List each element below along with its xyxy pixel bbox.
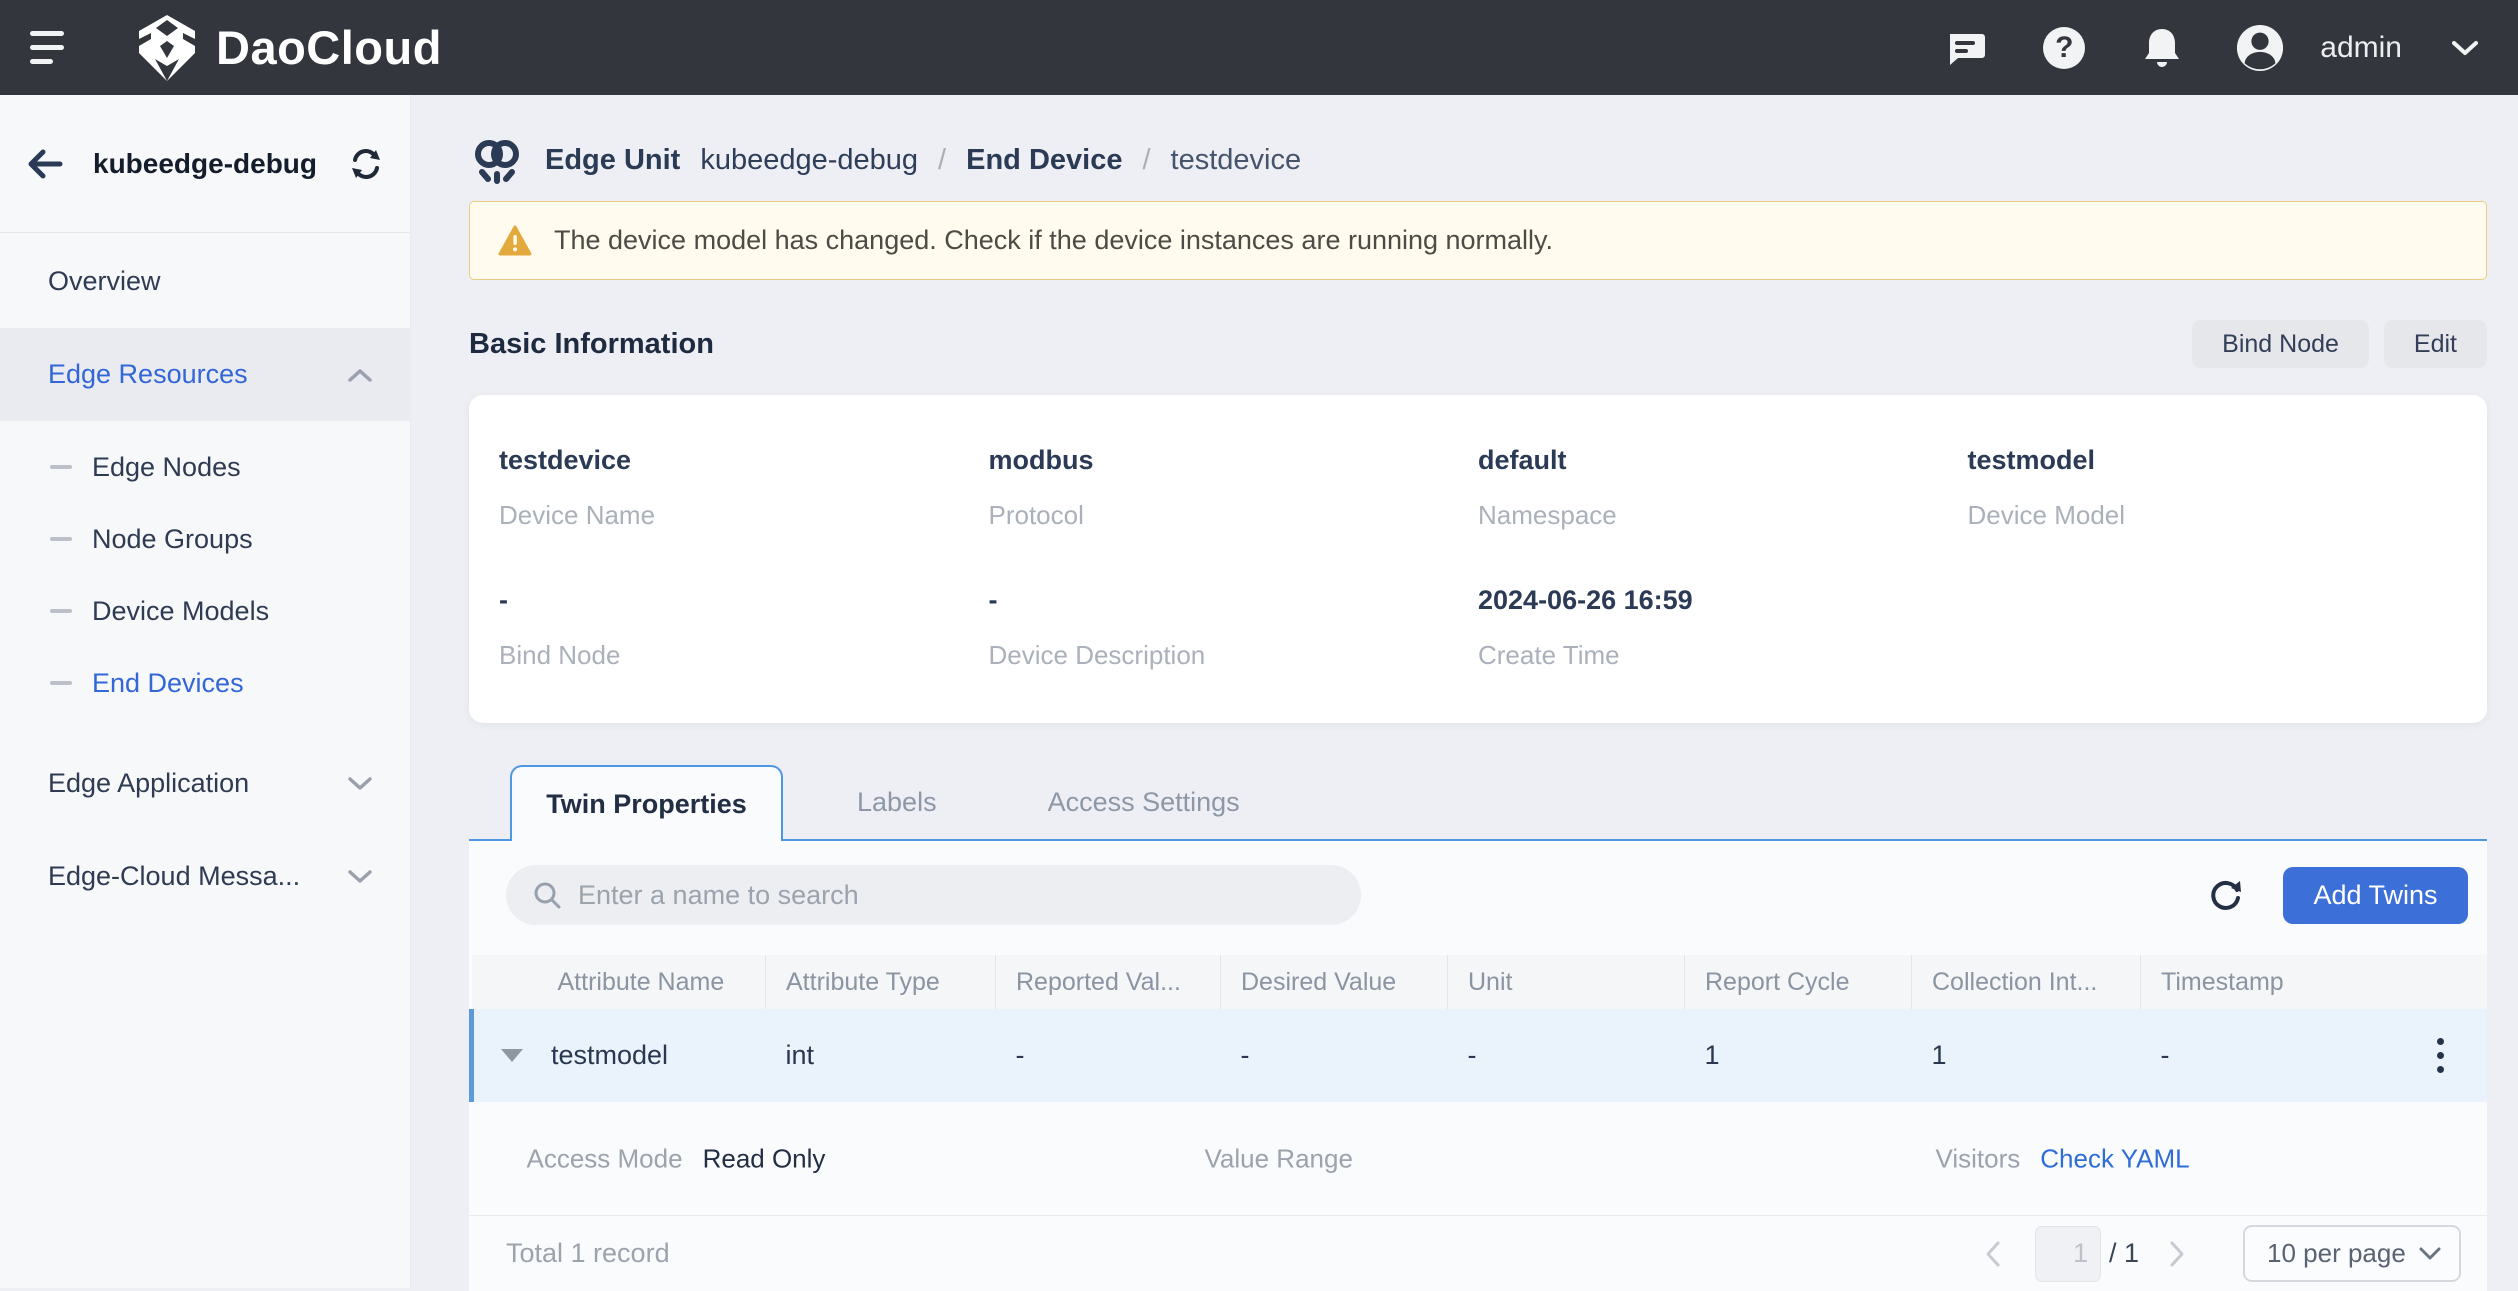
- section-title: Basic Information: [469, 328, 714, 361]
- next-page-icon[interactable]: [2157, 1240, 2197, 1268]
- field-device-name: testdeviceDevice Name: [499, 445, 989, 531]
- col-report-cycle: Report Cycle: [1685, 955, 1912, 1009]
- col-attribute-name: Attribute Name: [472, 955, 766, 1009]
- cell-desired-value: -: [1221, 1009, 1448, 1102]
- daocloud-logo-icon: [138, 15, 196, 81]
- tab-access-settings[interactable]: Access Settings: [1011, 765, 1277, 839]
- col-collection-interval: Collection Int...: [1912, 955, 2141, 1009]
- col-attribute-type: Attribute Type: [766, 955, 996, 1009]
- cell-collection-interval: 1: [1912, 1009, 2141, 1102]
- twin-properties-table: Attribute Name Attribute Type Reported V…: [469, 955, 2487, 1215]
- warning-message: The device model has changed. Check if t…: [554, 225, 1553, 256]
- brand-name: DaoCloud: [216, 20, 442, 75]
- search-input[interactable]: [578, 880, 1335, 911]
- sidebar-item-overview[interactable]: Overview: [0, 235, 410, 328]
- expanded-detail-row: Access Mode Read Only Value Range Visito…: [472, 1102, 2488, 1215]
- refresh-icon[interactable]: [2207, 876, 2245, 914]
- expand-caret-icon[interactable]: [501, 1049, 523, 1062]
- field-device-model: testmodelDevice Model: [1968, 445, 2458, 531]
- edit-button[interactable]: Edit: [2384, 320, 2487, 368]
- sidebar-item-edge-resources[interactable]: Edge Resources: [0, 328, 410, 421]
- cell-attribute-type: int: [766, 1009, 996, 1102]
- col-timestamp: Timestamp: [2141, 955, 2374, 1009]
- dash-icon: [50, 465, 72, 469]
- search-icon: [532, 880, 562, 910]
- cell-report-cycle: 1: [1685, 1009, 1912, 1102]
- check-yaml-link[interactable]: Check YAML: [2040, 1143, 2189, 1174]
- avatar[interactable]: [2236, 24, 2284, 72]
- select-chevron-down-icon: [2419, 1247, 2441, 1261]
- sidebar-item-device-models[interactable]: Device Models: [0, 575, 410, 647]
- value-range-label: Value Range: [1205, 1143, 1353, 1174]
- basic-info-card: testdeviceDevice Name modbusProtocol def…: [469, 395, 2487, 723]
- page-number-input[interactable]: [2035, 1226, 2101, 1282]
- breadcrumb: Edge Unit kubeedge-debug / End Device / …: [469, 95, 2487, 191]
- table-header-row: Attribute Name Attribute Type Reported V…: [472, 955, 2488, 1009]
- field-bind-node: -Bind Node: [499, 585, 989, 671]
- menu-toggle-icon[interactable]: [30, 25, 76, 71]
- row-actions-kebab-icon[interactable]: [2394, 1038, 2488, 1073]
- visitors-label: Visitors: [1936, 1143, 2021, 1174]
- per-page-select[interactable]: 10 per page: [2243, 1225, 2461, 1282]
- switch-unit-icon[interactable]: [349, 148, 383, 180]
- col-reported-value: Reported Val...: [996, 955, 1221, 1009]
- search-box[interactable]: [506, 865, 1361, 925]
- col-desired-value: Desired Value: [1221, 955, 1448, 1009]
- chevron-down-icon: [348, 777, 372, 791]
- sidebar-item-end-devices[interactable]: End Devices: [0, 647, 410, 719]
- chevron-up-icon: [348, 368, 372, 382]
- field-namespace: defaultNamespace: [1478, 445, 1968, 531]
- total-records: Total 1 record: [506, 1238, 670, 1269]
- cell-attribute-name: testmodel: [551, 1040, 668, 1071]
- col-unit: Unit: [1448, 955, 1685, 1009]
- access-mode-value: Read Only: [703, 1143, 826, 1174]
- page-total: / 1: [2109, 1238, 2139, 1269]
- top-header: DaoCloud ? admin: [0, 0, 2518, 95]
- warning-banner: The device model has changed. Check if t…: [469, 201, 2487, 280]
- sidebar-item-node-groups[interactable]: Node Groups: [0, 503, 410, 575]
- breadcrumb-section: Edge Unit: [545, 144, 680, 177]
- back-arrow-icon[interactable]: [27, 149, 63, 179]
- col-actions: [2374, 955, 2488, 1009]
- table-footer: Total 1 record / 1 10 per page: [469, 1215, 2487, 1291]
- cell-timestamp: -: [2141, 1009, 2374, 1102]
- warning-icon: [498, 225, 532, 257]
- bind-node-button[interactable]: Bind Node: [2192, 320, 2369, 368]
- sidebar-item-edge-cloud-message[interactable]: Edge-Cloud Messa...: [0, 830, 410, 923]
- username: admin: [2320, 31, 2402, 65]
- dash-icon: [50, 537, 72, 541]
- field-device-description: -Device Description: [989, 585, 1479, 671]
- tab-labels[interactable]: Labels: [820, 765, 974, 839]
- brand-logo: DaoCloud: [138, 15, 442, 81]
- access-mode-label: Access Mode: [527, 1143, 683, 1174]
- dash-icon: [50, 681, 72, 685]
- twin-properties-panel: Add Twins Attribute Name Attribute Type …: [469, 841, 2487, 1291]
- sidebar-item-edge-application[interactable]: Edge Application: [0, 737, 410, 830]
- sidebar-item-edge-nodes[interactable]: Edge Nodes: [0, 431, 410, 503]
- message-icon[interactable]: [1942, 24, 1990, 72]
- user-menu-chevron-icon[interactable]: [2452, 40, 2478, 56]
- prev-page-icon[interactable]: [1973, 1240, 2013, 1268]
- cell-unit: -: [1448, 1009, 1685, 1102]
- breadcrumb-page[interactable]: End Device: [966, 144, 1122, 177]
- notification-bell-icon[interactable]: [2138, 24, 2186, 72]
- tab-bar: Twin Properties Labels Access Settings: [469, 765, 2487, 841]
- help-icon[interactable]: ?: [2040, 24, 2088, 72]
- field-create-time: 2024-06-26 16:59Create Time: [1478, 585, 1968, 671]
- edge-unit-icon: [469, 132, 525, 188]
- breadcrumb-item: testdevice: [1171, 144, 1302, 177]
- sidebar-title: kubeedge-debug: [93, 148, 317, 180]
- add-twins-button[interactable]: Add Twins: [2283, 867, 2468, 924]
- dash-icon: [50, 609, 72, 613]
- cell-reported-value: -: [996, 1009, 1221, 1102]
- sidebar: kubeedge-debug Overview Edge Resources E…: [0, 95, 411, 1288]
- breadcrumb-unit[interactable]: kubeedge-debug: [700, 144, 918, 177]
- tab-twin-properties[interactable]: Twin Properties: [510, 765, 783, 841]
- chevron-down-icon: [348, 870, 372, 884]
- field-protocol: modbusProtocol: [989, 445, 1479, 531]
- table-row: testmodel int - - - 1 1 -: [472, 1009, 2488, 1102]
